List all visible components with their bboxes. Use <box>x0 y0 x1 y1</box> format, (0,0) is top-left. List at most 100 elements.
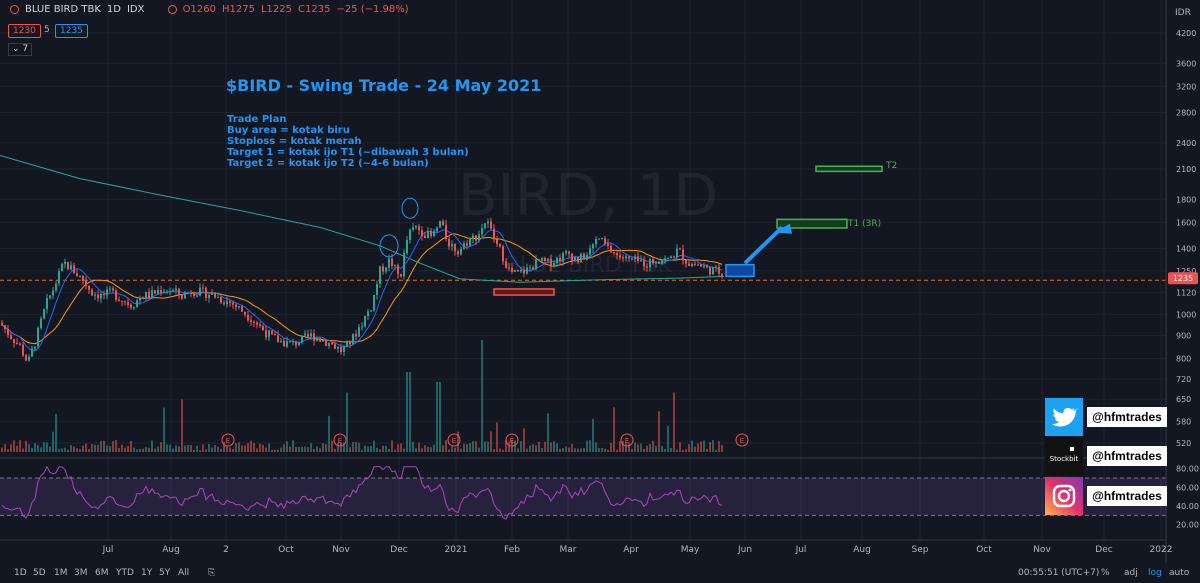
time-tick: Nov <box>1033 545 1051 555</box>
rsi-tick: 40.00 <box>1176 502 1199 511</box>
candle-body <box>415 226 417 228</box>
market-dot-icon <box>167 4 177 14</box>
volume-bar <box>10 444 12 452</box>
symbol-name[interactable]: BLUE BIRD TBK <box>25 4 101 15</box>
candle-body <box>394 265 396 267</box>
candle-body <box>136 300 138 308</box>
percent-toggle[interactable]: % <box>1101 568 1110 578</box>
range-3m[interactable]: 3M <box>74 568 88 578</box>
bid-price[interactable]: 1230 <box>8 24 41 38</box>
volume-bar <box>37 445 39 452</box>
candle-body <box>646 266 648 268</box>
candle-body <box>493 228 495 240</box>
volume-bar <box>211 447 213 452</box>
ohlc-high: H1275 <box>222 4 255 15</box>
volume-bar <box>109 446 111 452</box>
volume-bar <box>76 448 78 452</box>
candle-body <box>478 234 480 241</box>
price-tick: 3200 <box>1176 82 1196 91</box>
range-1m[interactable]: 1M <box>54 568 68 578</box>
candle-body <box>679 248 681 250</box>
range-5d[interactable]: 5D <box>33 568 46 578</box>
volume-bar <box>448 449 450 452</box>
candle-body <box>382 266 384 272</box>
range-1y[interactable]: 1Y <box>141 568 152 578</box>
candle-body <box>97 294 99 299</box>
price-tick: 580 <box>1176 418 1191 427</box>
candle-body <box>34 346 36 349</box>
range-6m[interactable]: 6M <box>95 568 109 578</box>
bottom-toolbar: 1D 5D 1M 3M 6M YTD 1Y 5Y All ⎘ 00:55:51 … <box>0 563 1200 583</box>
price-tick: 2400 <box>1176 139 1196 148</box>
volume-bar <box>148 447 150 452</box>
candle-body <box>115 290 117 300</box>
candle-body <box>82 275 84 282</box>
volume-bar <box>640 443 642 452</box>
candle-body <box>574 257 576 261</box>
volume-bar <box>682 449 684 452</box>
volume-bar <box>460 448 462 452</box>
volume-bar <box>307 447 309 452</box>
price-tick: 800 <box>1176 354 1191 363</box>
stockbit-badge: Stockbit @hfmtrades <box>1045 437 1167 475</box>
currency-label: IDR <box>1175 8 1191 18</box>
trade-plan-text[interactable]: Trade Plan Buy area = kotak biru Stoplos… <box>227 114 469 169</box>
candle-body <box>601 238 603 240</box>
candle-body <box>568 251 570 254</box>
range-all[interactable]: All <box>178 568 189 578</box>
annotation-title[interactable]: $BIRD - Swing Trade - 24 May 2021 <box>226 76 541 95</box>
chart-canvas[interactable]: BIRD, 1D BLUE BIRD TBK 20.00 40.00 60.00 80… <box>0 0 1200 583</box>
auto-toggle[interactable]: auto <box>1169 568 1189 578</box>
candle-body <box>256 322 258 325</box>
candle-body <box>379 266 381 284</box>
indicators-toggle[interactable]: ⌄ 7 <box>8 43 33 56</box>
volume-bar <box>184 445 186 452</box>
volume-bar <box>715 449 717 452</box>
candle-body <box>151 290 153 298</box>
volume-bar <box>442 445 444 452</box>
volume-bar <box>580 448 582 452</box>
candle-body <box>604 238 606 244</box>
candle-body <box>1 322 3 326</box>
range-ytd[interactable]: YTD <box>116 568 134 578</box>
range-5y[interactable]: 5Y <box>159 568 170 578</box>
time-tick: Apr <box>623 545 639 555</box>
candle-body <box>4 325 6 329</box>
range-1d[interactable]: 1D <box>14 568 27 578</box>
candle-body <box>688 263 690 267</box>
candle-body <box>694 263 696 265</box>
volume-bar <box>67 449 69 452</box>
volume-bar <box>172 448 174 452</box>
plan-line: Target 2 = kotak ijo T2 (~4-6 bulan) <box>227 158 429 169</box>
candle-body <box>184 293 186 299</box>
candle-body <box>247 314 249 321</box>
interval[interactable]: 1D <box>107 4 121 15</box>
candle-body <box>700 264 702 267</box>
price-tick: 900 <box>1176 331 1191 340</box>
volume-bar <box>646 445 648 452</box>
candle-body <box>295 341 297 346</box>
adj-toggle[interactable]: adj <box>1124 568 1138 578</box>
time-tick: Dec <box>390 545 407 555</box>
candle-body <box>442 221 444 225</box>
volume-bar <box>709 442 711 452</box>
volume-bar <box>613 407 615 452</box>
candle-body <box>139 298 141 301</box>
candle-body <box>589 248 591 255</box>
clock[interactable]: 00:55:51 (UTC+7) <box>1018 568 1099 578</box>
candle-body <box>391 258 393 266</box>
candle-body <box>460 248 462 255</box>
goto-date-icon[interactable]: ⎘ <box>208 568 215 578</box>
volume-bar <box>121 444 123 452</box>
candle-body <box>52 290 54 296</box>
ask-price[interactable]: 1235 <box>55 24 88 38</box>
rsi-tick: 20.00 <box>1176 521 1199 530</box>
candle-body <box>703 266 705 268</box>
log-toggle[interactable]: log <box>1148 568 1162 578</box>
candle-body <box>409 229 411 240</box>
volume-bar <box>544 441 546 452</box>
price-tick: 1000 <box>1176 311 1196 320</box>
candle-body <box>445 224 447 239</box>
candle-body <box>166 291 168 293</box>
candle-body <box>241 306 243 312</box>
